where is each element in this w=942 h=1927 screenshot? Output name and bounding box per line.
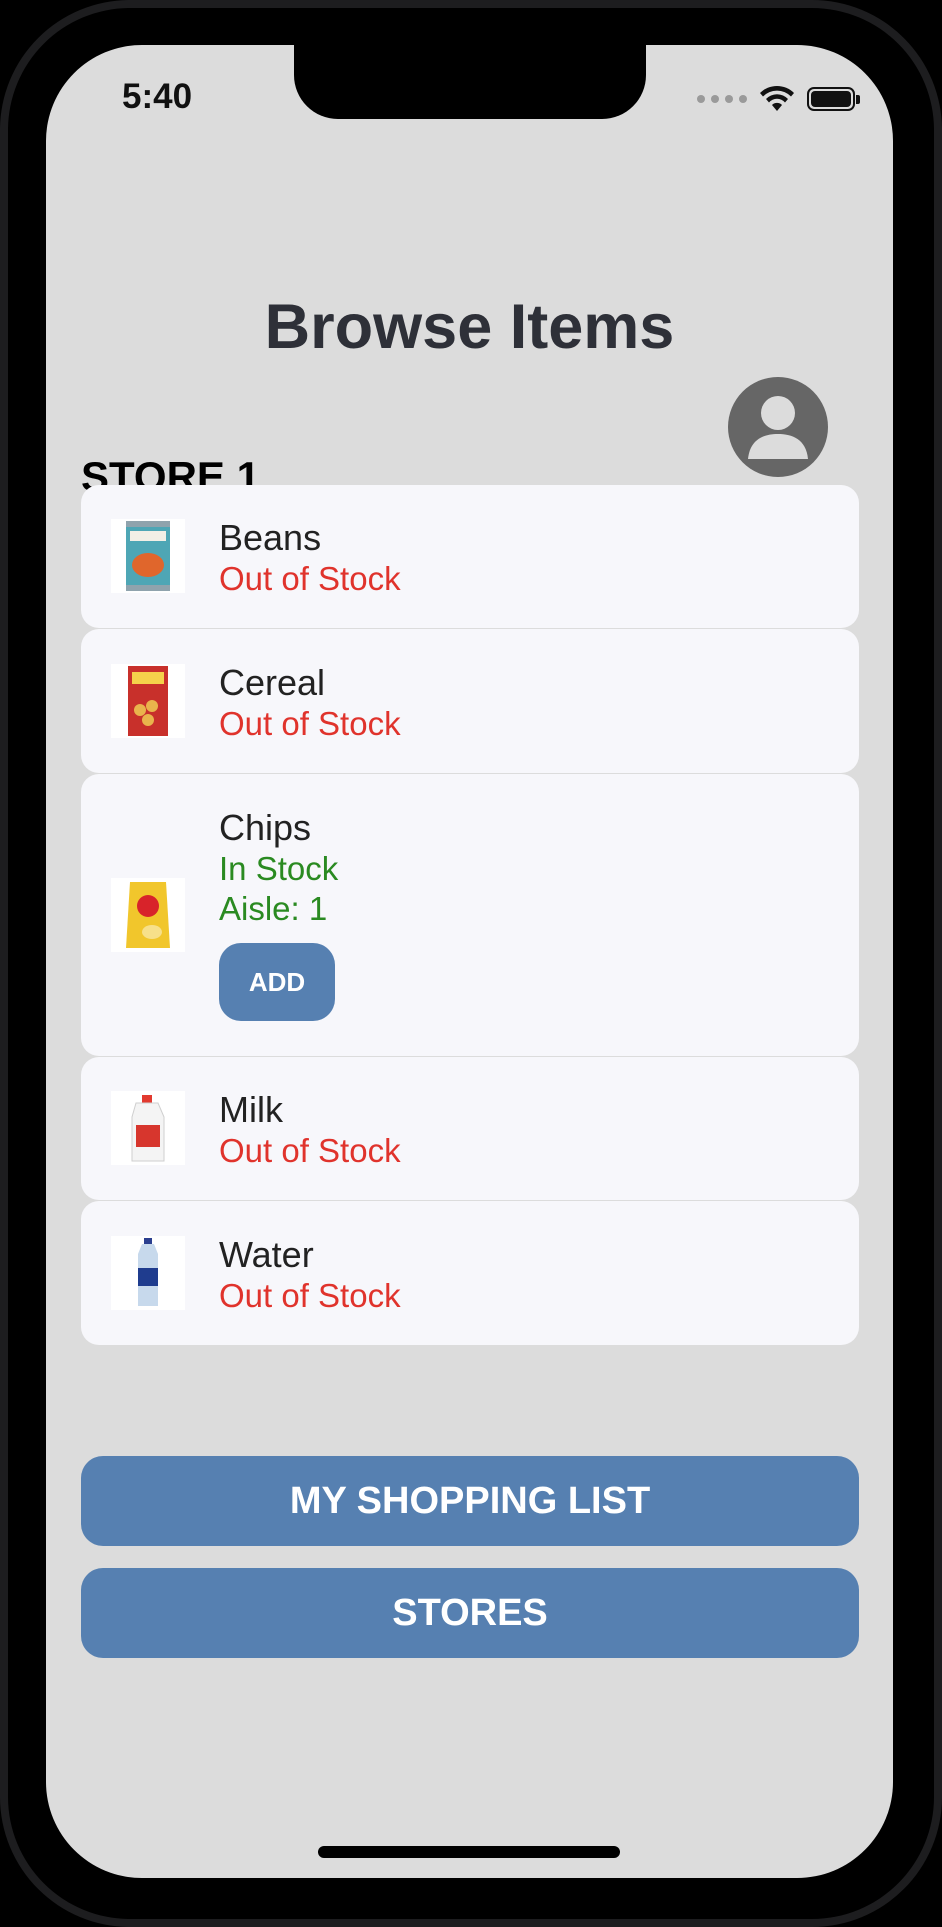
item-stock-status: Out of Stock (219, 1132, 401, 1169)
status-time: 5:40 (122, 77, 193, 116)
chips-image (111, 878, 185, 952)
item-stock-status: Out of Stock (219, 560, 401, 597)
home-indicator[interactable] (318, 1846, 620, 1858)
cereal-image (111, 664, 185, 738)
items-list: Beans Out of Stock Cereal Out of Stock C… (81, 485, 859, 1346)
list-item-beans[interactable]: Beans Out of Stock (81, 485, 859, 628)
app-screen: 5:40 Browse Items STORE 1 Beans Out of S… (46, 45, 893, 1878)
beans-image (111, 519, 185, 593)
cellular-signal-icon (697, 95, 747, 103)
item-aisle: Aisle: 1 (219, 890, 328, 927)
item-name: Beans (219, 517, 322, 558)
person-icon (748, 396, 808, 459)
item-stock-status: Out of Stock (219, 705, 401, 742)
status-indicators (697, 85, 860, 113)
wifi-icon (760, 85, 794, 111)
list-item-water[interactable]: Water Out of Stock (81, 1201, 859, 1345)
item-stock-status: Out of Stock (219, 1277, 401, 1314)
list-item-chips[interactable]: Chips In Stock Aisle: 1 ADD (81, 774, 859, 1056)
item-name: Water (219, 1234, 314, 1275)
device-notch (294, 45, 646, 119)
item-name: Cereal (219, 662, 326, 703)
add-item-button[interactable]: ADD (219, 943, 335, 1021)
item-name: Chips (219, 807, 312, 848)
item-stock-status: In Stock (219, 850, 339, 887)
list-item-cereal[interactable]: Cereal Out of Stock (81, 629, 859, 773)
stores-button[interactable]: STORES (81, 1568, 859, 1658)
battery-icon (807, 87, 860, 111)
page-title: Browse Items (264, 292, 675, 362)
my-shopping-list-button[interactable]: MY SHOPPING LIST (81, 1456, 859, 1546)
profile-button[interactable] (728, 377, 828, 477)
water-image (111, 1236, 185, 1310)
item-name: Milk (219, 1089, 283, 1130)
device-frame: 5:40 Browse Items STORE 1 Beans Out of S… (0, 0, 942, 1927)
milk-image (111, 1091, 185, 1165)
list-item-milk[interactable]: Milk Out of Stock (81, 1057, 859, 1200)
